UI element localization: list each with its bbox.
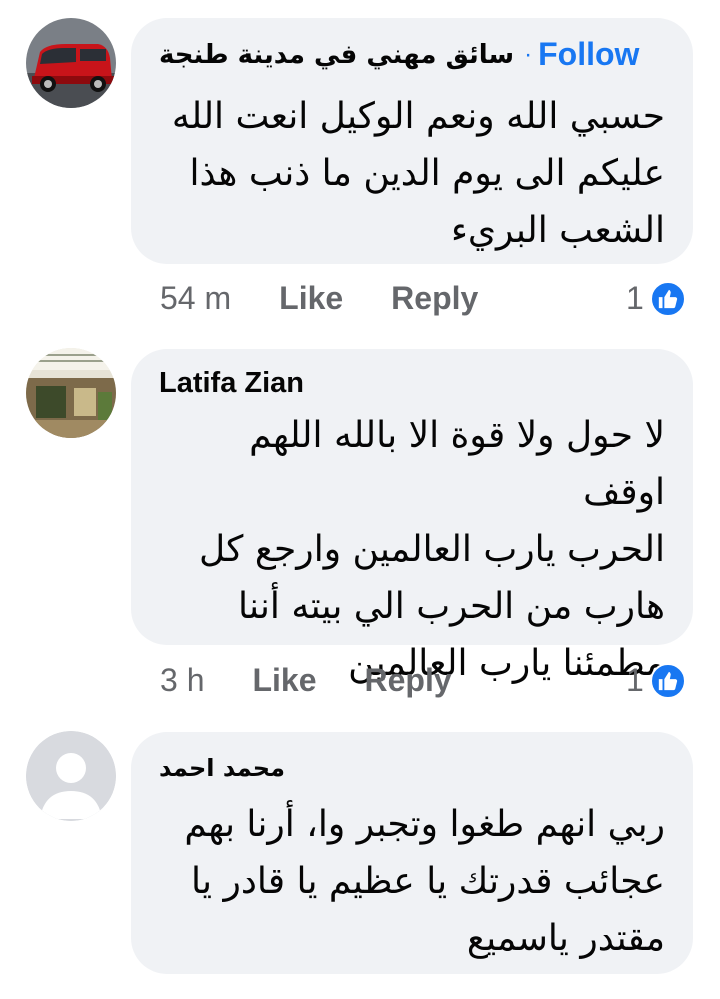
reply-button[interactable]: Reply: [391, 280, 478, 317]
author-name[interactable]: سائق مهني في مدينة طنجة: [159, 40, 514, 70]
author-name[interactable]: Latifa Zian: [159, 367, 304, 400]
comment-text: حسبي الله ونعم الوكيل انعت الله عليكم ال…: [159, 88, 665, 259]
comment-bubble: سائق مهني في مدينة طنجة · Follow حسبي ال…: [131, 18, 693, 264]
comment-bubble: Latifa Zian لا حول ولا قوة الا بالله الل…: [131, 349, 693, 684]
separator-dot: ·: [524, 40, 533, 68]
comment-line: ربي انهم طغوا وتجبر وا، أرنا بهم: [184, 804, 665, 845]
avatar[interactable]: [26, 731, 116, 821]
comment-actions: 54 m Like Reply: [160, 280, 526, 317]
reactions[interactable]: 1: [626, 662, 686, 699]
comment-line: مقتدر ياسميع: [466, 918, 665, 959]
follow-button[interactable]: Follow: [538, 36, 639, 73]
author-row: سائق مهني في مدينة طنجة · Follow: [159, 36, 639, 73]
comment-line: عجائب قدرتك يا عظيم يا قادر يا: [191, 861, 665, 902]
author-name[interactable]: محمد احمد: [159, 754, 285, 782]
avatar[interactable]: [26, 348, 116, 438]
comment-line: الشعب البريء: [450, 210, 665, 251]
default-user-avatar-icon: [26, 731, 116, 821]
avatar[interactable]: [26, 18, 116, 108]
comment-line: عليكم الى يوم الدين ما ذنب هذا: [189, 153, 665, 194]
red-van-avatar-icon: [26, 18, 116, 108]
comment-line: لا حول ولا قوة الا بالله اللهم اوقف: [249, 415, 665, 513]
comment-line: الحرب يارب العالمين وارجع كل: [199, 529, 665, 570]
reaction-count: 1: [626, 280, 644, 316]
comment-line: حسبي الله ونعم الوكيل انعت الله: [171, 96, 665, 137]
comment-text: لا حول ولا قوة الا بالله اللهم اوقف الحر…: [159, 407, 665, 692]
like-button[interactable]: Like: [252, 662, 316, 699]
like-button[interactable]: Like: [279, 280, 343, 317]
timestamp[interactable]: 54 m: [160, 280, 231, 317]
comment-line: هارب من الحرب الي بيته أننا: [238, 586, 665, 627]
comment-text: ربي انهم طغوا وتجبر وا، أرنا بهم عجائب ق…: [159, 796, 665, 967]
comment-bubble: محمد احمد ربي انهم طغوا وتجبر وا، أرنا ب…: [131, 732, 693, 974]
timestamp[interactable]: 3 h: [160, 662, 204, 699]
thumbs-up-icon: [649, 662, 686, 699]
comment-actions: 3 h Like Reply: [160, 662, 500, 699]
room-photo-avatar-icon: [26, 348, 116, 438]
thumbs-up-icon: [649, 280, 686, 317]
reply-button[interactable]: Reply: [365, 662, 452, 699]
reaction-count: 1: [626, 662, 644, 698]
reactions[interactable]: 1: [626, 280, 686, 317]
